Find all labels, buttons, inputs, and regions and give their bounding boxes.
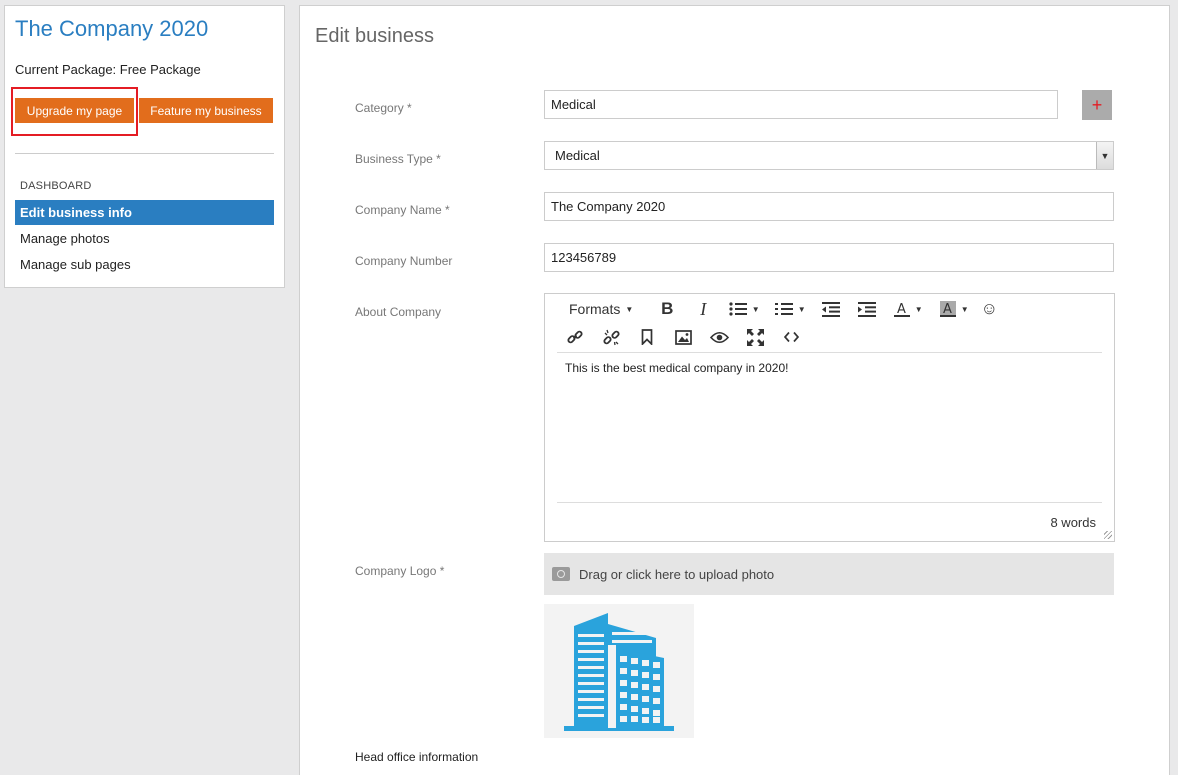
resize-handle-icon[interactable] — [1104, 531, 1112, 539]
formats-label: Formats — [569, 301, 621, 317]
link-button[interactable] — [557, 325, 593, 349]
eye-icon — [709, 331, 729, 343]
code-icon — [783, 331, 799, 343]
image-icon — [674, 329, 692, 345]
image-button[interactable] — [665, 325, 701, 349]
company-number-input[interactable]: 123456789 — [544, 243, 1114, 272]
add-category-button[interactable]: + — [1082, 90, 1112, 120]
numbered-list-icon — [774, 303, 793, 315]
sidebar-divider — [15, 153, 274, 154]
current-package: Current Package: Free Package — [15, 62, 201, 77]
bullet-list-button[interactable]: ▼ — [721, 297, 767, 321]
unlink-icon — [602, 329, 620, 345]
bold-icon: B — [661, 299, 674, 318]
company-number-label: Company Number — [355, 254, 453, 268]
svg-text:A: A — [897, 302, 906, 317]
about-company-content[interactable]: This is the best medical company in 2020… — [565, 361, 788, 375]
upgrade-my-page-button[interactable]: Upgrade my page — [15, 98, 134, 123]
editor-toolbar-row-1: Formats ▼ B I ▼ ▼ A ▼ A ▼ ☺ — [557, 297, 1001, 321]
unlink-button[interactable] — [593, 325, 629, 349]
building-icon — [564, 613, 674, 731]
camera-icon — [552, 567, 570, 581]
fullscreen-button[interactable] — [737, 325, 773, 349]
fullscreen-icon — [746, 328, 764, 346]
nav-heading: DASHBOARD — [20, 180, 92, 192]
preview-button[interactable] — [701, 325, 737, 349]
caret-down-icon: ▼ — [625, 304, 634, 314]
caret-down-icon: ▼ — [751, 304, 760, 314]
upload-photo-text: Drag or click here to upload photo — [579, 566, 775, 582]
business-type-select[interactable]: Medical ▼ — [544, 141, 1114, 170]
caret-down-icon: ▼ — [797, 304, 806, 314]
plus-icon: + — [1091, 94, 1103, 115]
bookmark-icon — [641, 329, 653, 345]
company-logo-image — [544, 604, 694, 738]
about-company-label: About Company — [355, 305, 442, 319]
source-code-button[interactable] — [773, 325, 809, 349]
italic-button[interactable]: I — [685, 297, 721, 321]
bullet-list-icon — [729, 302, 747, 316]
page-title: Edit business — [315, 25, 434, 47]
caret-down-icon: ▼ — [914, 304, 923, 314]
background-color-icon: A — [939, 300, 956, 317]
company-name-input[interactable]: The Company 2020 — [544, 192, 1114, 221]
outdent-icon — [822, 301, 841, 317]
svg-text:A: A — [943, 302, 952, 317]
sidebar: The Company 2020 Current Package: Free P… — [4, 5, 285, 288]
anchor-button[interactable] — [629, 325, 665, 349]
category-label: Category * — [355, 101, 412, 115]
chevron-down-icon[interactable]: ▼ — [1096, 142, 1113, 169]
nav-item-manage-photos[interactable]: Manage photos — [15, 226, 274, 251]
word-count: 8 words — [1050, 515, 1096, 530]
emoticons-button[interactable]: ☺ — [977, 297, 1001, 321]
editor-toolbar-divider — [557, 352, 1102, 353]
company-logo-label: Company Logo * — [355, 564, 445, 578]
numbered-list-button[interactable]: ▼ — [767, 297, 813, 321]
business-type-value: Medical — [555, 148, 600, 163]
formats-dropdown[interactable]: Formats ▼ — [557, 297, 637, 321]
text-color-icon: A — [893, 302, 910, 317]
feature-my-business-button[interactable]: Feature my business — [139, 98, 273, 123]
business-type-label: Business Type * — [355, 152, 441, 166]
nav-item-edit-business-info[interactable]: Edit business info — [15, 200, 274, 225]
nav-item-manage-sub-pages[interactable]: Manage sub pages — [15, 252, 274, 277]
head-office-heading: Head office information — [355, 750, 479, 764]
smiley-icon: ☺ — [980, 299, 998, 318]
rich-text-editor: Formats ▼ B I ▼ ▼ A ▼ A ▼ ☺ This is the … — [544, 293, 1115, 542]
category-input[interactable]: Medical — [544, 90, 1058, 119]
background-color-button[interactable]: A ▼ — [931, 297, 977, 321]
editor-footer-divider — [557, 502, 1102, 503]
indent-button[interactable] — [849, 297, 885, 321]
link-icon — [567, 330, 583, 344]
editor-toolbar-row-2 — [557, 325, 809, 349]
company-title: The Company 2020 — [15, 16, 209, 41]
main-panel: Edit business Category * Medical + Busin… — [299, 5, 1170, 775]
italic-icon: I — [700, 298, 707, 319]
outdent-button[interactable] — [813, 297, 849, 321]
indent-icon — [858, 301, 877, 317]
caret-down-icon: ▼ — [960, 304, 969, 314]
company-name-label: Company Name * — [355, 203, 450, 217]
upload-photo-dropzone[interactable]: Drag or click here to upload photo — [544, 553, 1114, 595]
bold-button[interactable]: B — [649, 297, 685, 321]
text-color-button[interactable]: A ▼ — [885, 297, 931, 321]
